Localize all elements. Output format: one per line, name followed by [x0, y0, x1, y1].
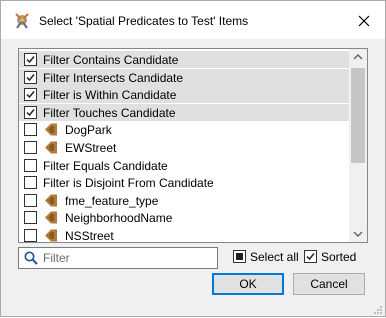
- ok-button[interactable]: OK: [212, 273, 284, 295]
- item-label: Filter Equals Candidate: [43, 158, 168, 173]
- scroll-down-arrow-icon[interactable]: [349, 225, 367, 242]
- list-item[interactable]: Filter is Disjoint From Candidate: [19, 174, 349, 191]
- feature-port-icon: [44, 228, 58, 242]
- scroll-up-arrow-icon[interactable]: [349, 49, 367, 66]
- select-all-label: Select all: [250, 250, 299, 264]
- list-item[interactable]: Filter Intersects Candidate: [19, 68, 349, 86]
- item-checkbox[interactable]: [24, 88, 37, 102]
- search-icon: [23, 250, 39, 266]
- title-bar[interactable]: Select 'Spatial Predicates to Test' Item…: [1, 1, 385, 39]
- scrollbar-thumb[interactable]: [351, 68, 365, 163]
- close-button[interactable]: [353, 10, 375, 32]
- item-label: NeighborhoodName: [65, 211, 173, 226]
- item-checkbox[interactable]: [24, 193, 37, 207]
- item-label: fme_feature_type: [65, 193, 159, 208]
- list-item[interactable]: Filter Contains Candidate: [19, 51, 349, 68]
- list-item[interactable]: EWStreet: [19, 139, 349, 156]
- feature-port-icon: [44, 210, 58, 225]
- item-checkbox[interactable]: [24, 70, 37, 84]
- filter-input[interactable]: [43, 249, 213, 267]
- feature-port-icon: [44, 122, 58, 137]
- list-item[interactable]: fme_feature_type: [19, 192, 349, 209]
- feature-port-icon: [44, 140, 58, 155]
- list-item[interactable]: Filter is Within Candidate: [19, 86, 349, 104]
- dialog-title: Select 'Spatial Predicates to Test' Item…: [39, 14, 249, 28]
- item-label: Filter is Disjoint From Candidate: [43, 176, 214, 191]
- list-item[interactable]: DogPark: [19, 121, 349, 138]
- cancel-button[interactable]: Cancel: [293, 273, 365, 295]
- item-checkbox[interactable]: [24, 176, 37, 190]
- item-label: Filter Touches Candidate: [43, 105, 176, 120]
- resize-grip-icon[interactable]: [373, 304, 383, 314]
- fme-app-icon: [13, 12, 31, 30]
- item-label: NSStreet: [65, 229, 114, 243]
- item-checkbox[interactable]: [24, 229, 37, 242]
- list-item[interactable]: NSStreet: [19, 227, 349, 243]
- sorted-checkbox[interactable]: [304, 250, 317, 263]
- list-item[interactable]: Filter Equals Candidate: [19, 157, 349, 174]
- list-item[interactable]: NeighborhoodName: [19, 209, 349, 226]
- sorted-label: Sorted: [321, 250, 357, 264]
- item-label: Filter is Within Candidate: [43, 88, 177, 103]
- items-listbox[interactable]: NSStreet NeighborhoodName fme_feature_type…: [18, 48, 368, 243]
- close-icon: [358, 15, 370, 27]
- item-checkbox[interactable]: [24, 158, 37, 172]
- select-items-dialog: Select 'Spatial Predicates to Test' Item…: [0, 0, 386, 317]
- item-label: Filter Contains Candidate: [43, 53, 179, 67]
- list-item[interactable]: Filter Touches Candidate: [19, 103, 349, 121]
- item-checkbox[interactable]: [24, 141, 37, 154]
- item-checkbox[interactable]: [24, 105, 37, 119]
- item-label: Filter Intersects Candidate: [43, 70, 184, 85]
- item-label: DogPark: [65, 123, 112, 138]
- feature-port-icon: [44, 193, 58, 208]
- item-checkbox[interactable]: [24, 211, 37, 225]
- item-label: EWStreet: [65, 141, 117, 155]
- item-checkbox[interactable]: [24, 123, 37, 137]
- vertical-scrollbar[interactable]: [349, 49, 367, 242]
- filter-field[interactable]: [18, 247, 218, 269]
- select-all-checkbox[interactable]: [233, 250, 246, 263]
- item-checkbox[interactable]: [24, 53, 37, 66]
